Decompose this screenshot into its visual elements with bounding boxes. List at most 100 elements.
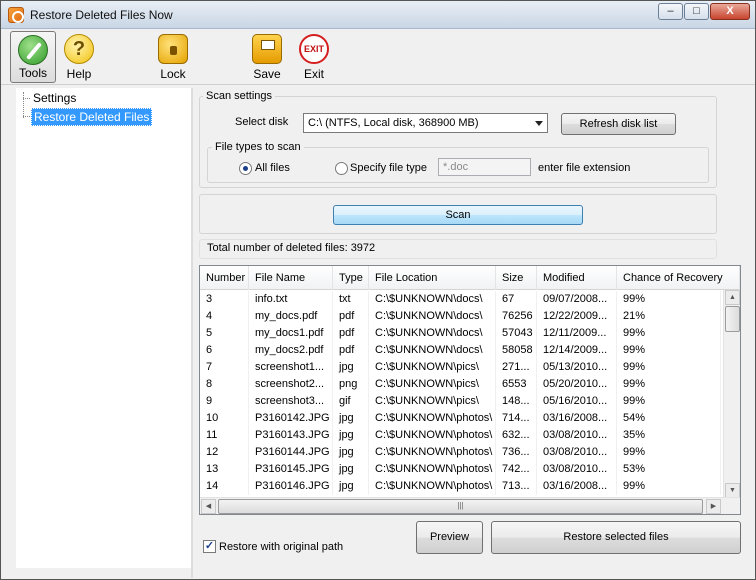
cell-number: 9	[200, 393, 249, 410]
tree-connector	[23, 116, 30, 117]
save-button[interactable]: Save	[246, 31, 288, 83]
tree-item-settings[interactable]: Settings	[31, 90, 78, 106]
horizontal-scrollbar[interactable]: ◀ ||| ▶	[200, 497, 740, 514]
cell-file-location: C:\$UNKNOWN\photos\	[369, 444, 496, 461]
scroll-right-icon[interactable]: ▶	[706, 499, 721, 514]
column-type[interactable]: Type	[333, 266, 369, 290]
cell-number: 11	[200, 427, 249, 444]
lock-label: Lock	[160, 67, 186, 81]
cell-file-location: C:\$UNKNOWN\docs\	[369, 325, 496, 342]
cell-file-location: C:\$UNKNOWN\docs\	[369, 342, 496, 359]
column-modified[interactable]: Modified	[537, 266, 617, 290]
cell-modified: 03/08/2010...	[537, 461, 617, 478]
select-disk-label: Select disk	[235, 116, 289, 128]
file-extension-hint: enter file extension	[538, 162, 631, 174]
lock-button[interactable]: Lock	[151, 31, 195, 83]
all-files-radio[interactable]	[239, 162, 252, 175]
disk-select[interactable]: C:\ (NTFS, Local disk, 368900 MB)	[303, 113, 548, 133]
scroll-left-icon[interactable]: ◀	[201, 499, 216, 514]
cell-number: 5	[200, 325, 249, 342]
preview-button[interactable]: Preview	[416, 521, 483, 554]
exit-button[interactable]: EXIT Exit	[294, 31, 334, 83]
panel-splitter[interactable]	[191, 88, 193, 578]
help-label: Help	[66, 67, 92, 81]
restore-selected-files-button[interactable]: Restore selected files	[491, 521, 741, 554]
cell-modified: 03/08/2010...	[537, 427, 617, 444]
table-row[interactable]: 14 P3160146.JPG jpg C:\$UNKNOWN\photos\ 713.…	[200, 478, 721, 495]
cell-type: gif	[333, 393, 369, 410]
tools-button[interactable]: Tools	[10, 31, 56, 83]
cell-file-name: my_docs1.pdf	[249, 325, 333, 342]
cell-number: 8	[200, 376, 249, 393]
cell-number: 13	[200, 461, 249, 478]
cell-number: 7	[200, 359, 249, 376]
cell-type: png	[333, 376, 369, 393]
exit-label: Exit	[303, 67, 324, 81]
cell-type: pdf	[333, 308, 369, 325]
minimize-button[interactable]: –	[658, 3, 683, 20]
cell-type: txt	[333, 291, 369, 308]
specify-file-type-radio[interactable]	[335, 162, 348, 175]
table-row[interactable]: 10 P3160142.JPG jpg C:\$UNKNOWN\photos\ 714.…	[200, 410, 721, 427]
help-button[interactable]: ? Help	[59, 31, 99, 83]
file-extension-input[interactable]: *.doc	[438, 158, 531, 176]
cell-modified: 05/16/2010...	[537, 393, 617, 410]
table-row[interactable]: 4 my_docs.pdf pdf C:\$UNKNOWN\docs\ 76256 12/…	[200, 308, 721, 325]
exit-icon: EXIT	[299, 34, 329, 64]
table-row[interactable]: 9 screenshot3... gif C:\$UNKNOWN\pics\ 148..…	[200, 393, 721, 410]
title-bar[interactable]: Restore Deleted Files Now – □ X	[1, 1, 755, 29]
cell-file-location: C:\$UNKNOWN\docs\	[369, 291, 496, 308]
cell-size: 148...	[496, 393, 537, 410]
scroll-down-icon[interactable]: ▼	[725, 483, 740, 498]
help-icon: ?	[64, 34, 94, 64]
tree-item-restore-deleted-files[interactable]: Restore Deleted Files	[31, 108, 153, 126]
cell-number: 3	[200, 291, 249, 308]
column-file-name[interactable]: File Name	[249, 266, 333, 290]
column-size[interactable]: Size	[496, 266, 537, 290]
cell-file-name: P3160142.JPG	[249, 410, 333, 427]
disk-select-value: C:\ (NTFS, Local disk, 368900 MB)	[308, 117, 479, 129]
table-header: Number File Name Type File Location Size…	[200, 266, 740, 290]
close-button[interactable]: X	[710, 3, 750, 20]
table-row[interactable]: 3 info.txt txt C:\$UNKNOWN\docs\ 67 09/07/200…	[200, 291, 721, 308]
table-row[interactable]: 5 my_docs1.pdf pdf C:\$UNKNOWN\docs\ 57043 12…	[200, 325, 721, 342]
cell-chance-of-recovery: 53%	[617, 461, 721, 478]
cell-type: jpg	[333, 478, 369, 495]
table-row[interactable]: 7 screenshot1... jpg C:\$UNKNOWN\pics\ 271..…	[200, 359, 721, 376]
table-row[interactable]: 12 P3160144.JPG jpg C:\$UNKNOWN\photos\ 736.…	[200, 444, 721, 461]
table-row[interactable]: 13 P3160145.JPG jpg C:\$UNKNOWN\photos\ 742.…	[200, 461, 721, 478]
cell-file-name: P3160144.JPG	[249, 444, 333, 461]
cell-file-location: C:\$UNKNOWN\photos\	[369, 410, 496, 427]
file-types-title: File types to scan	[212, 141, 304, 153]
table-row[interactable]: 8 screenshot2... png C:\$UNKNOWN\pics\ 6553 0…	[200, 376, 721, 393]
cell-file-location: C:\$UNKNOWN\photos\	[369, 427, 496, 444]
vertical-scroll-thumb[interactable]	[725, 306, 740, 332]
scroll-up-icon[interactable]: ▲	[725, 290, 740, 305]
column-number[interactable]: Number	[200, 266, 249, 290]
cell-type: jpg	[333, 359, 369, 376]
cell-chance-of-recovery: 99%	[617, 342, 721, 359]
table-row[interactable]: 6 my_docs2.pdf pdf C:\$UNKNOWN\docs\ 58058 12…	[200, 342, 721, 359]
deleted-files-table[interactable]: Number File Name Type File Location Size…	[199, 265, 741, 515]
vertical-scrollbar[interactable]: ▲ ▼	[723, 290, 740, 498]
maximize-button[interactable]: □	[684, 3, 709, 20]
cell-modified: 03/16/2008...	[537, 478, 617, 495]
cell-file-name: P3160145.JPG	[249, 461, 333, 478]
cell-number: 4	[200, 308, 249, 325]
refresh-disk-list-button[interactable]: Refresh disk list	[561, 113, 676, 135]
cell-chance-of-recovery: 99%	[617, 359, 721, 376]
cell-chance-of-recovery: 99%	[617, 291, 721, 308]
column-file-location[interactable]: File Location	[369, 266, 496, 290]
cell-file-location: C:\$UNKNOWN\docs\	[369, 308, 496, 325]
scan-button[interactable]: Scan	[333, 205, 583, 225]
column-chance-of-recovery[interactable]: Chance of Recovery	[617, 266, 740, 290]
cell-modified: 05/13/2010...	[537, 359, 617, 376]
restore-original-path-checkbox[interactable]: ✓	[203, 540, 216, 553]
cell-file-name: my_docs.pdf	[249, 308, 333, 325]
table-row[interactable]: 11 P3160143.JPG jpg C:\$UNKNOWN\photos\ 632.…	[200, 427, 721, 444]
cell-modified: 12/22/2009...	[537, 308, 617, 325]
tree-connector	[23, 98, 30, 99]
horizontal-scroll-thumb[interactable]: |||	[218, 499, 703, 514]
cell-number: 14	[200, 478, 249, 495]
chevron-down-icon	[535, 121, 543, 126]
